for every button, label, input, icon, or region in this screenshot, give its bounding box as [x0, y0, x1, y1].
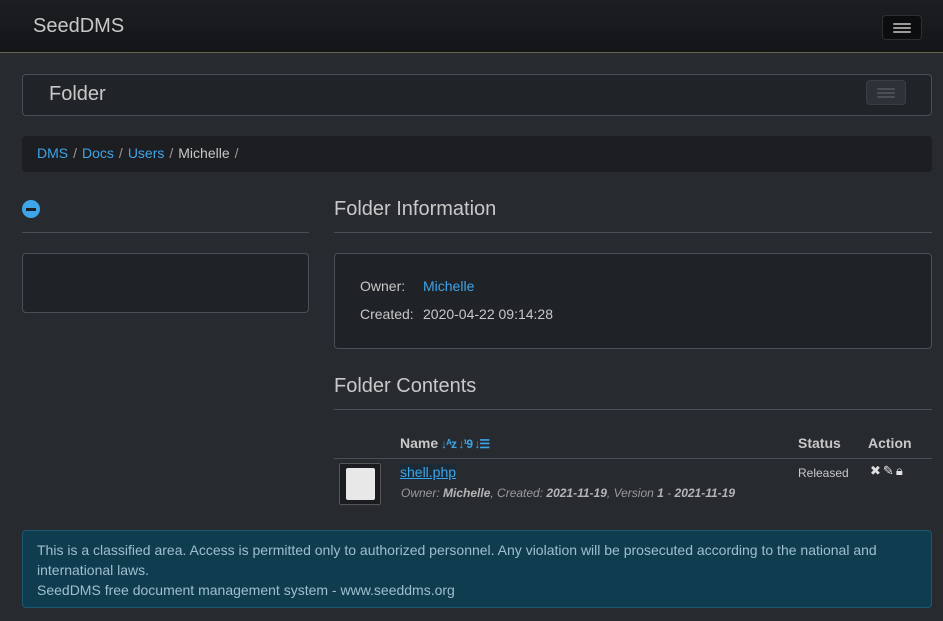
folder-menu-toggle[interactable]: [866, 80, 906, 105]
delete-icon[interactable]: ✖: [870, 463, 881, 478]
folder-title: Folder: [49, 83, 106, 105]
brand-logo[interactable]: SeedDMS: [33, 15, 124, 38]
left-divider: [22, 232, 309, 233]
owner-link[interactable]: Michelle: [423, 278, 474, 294]
document-name-link[interactable]: shell.php: [400, 464, 457, 480]
classified-notice-text: This is a classified area. Access is per…: [37, 542, 877, 578]
document-actions: ✖ ✎ 🔒︎: [870, 463, 905, 479]
folder-information-panel: Owner: Michelle Created: 2020-04-22 09:14:…: [334, 253, 932, 349]
folder-header-bar: Folder: [22, 74, 932, 116]
sort-list-icon[interactable]: ↓☰: [474, 437, 490, 451]
sort-numeric-icon[interactable]: ↓¹9: [458, 437, 473, 451]
breadcrumb-separator: /: [169, 145, 174, 161]
folder-tree-panel: [22, 253, 309, 313]
nav-menu-toggle[interactable]: [882, 15, 922, 40]
action-column-header: Action: [868, 435, 912, 451]
breadcrumb-separator: /: [73, 145, 78, 161]
breadcrumb-separator: /: [118, 145, 123, 161]
table-header-divider: [334, 458, 932, 459]
created-label: Created:: [360, 306, 414, 322]
folder-contents-heading: Folder Contents: [334, 375, 477, 397]
divider: [334, 409, 932, 410]
owner-row: Owner: Michelle: [360, 278, 474, 294]
sort-alpha-icon[interactable]: ↓ᴬz: [441, 437, 457, 451]
collapse-icon[interactable]: [22, 200, 40, 218]
menu-icon: [893, 23, 911, 35]
created-value: 2020-04-22 09:14:28: [423, 306, 553, 322]
document-status: Released: [798, 466, 849, 480]
breadcrumb-current: Michelle: [178, 145, 230, 161]
breadcrumb: DMS / Docs / Users / Michelle /: [22, 136, 932, 172]
divider: [334, 232, 932, 233]
top-navbar: SeedDMS: [0, 0, 943, 53]
menu-icon: [877, 88, 895, 100]
lock-icon[interactable]: 🔒︎: [896, 463, 903, 478]
owner-label: Owner:: [360, 278, 406, 294]
name-column-header: Name ↓ᴬz ↓¹9 ↓☰: [400, 435, 490, 451]
document-thumbnail[interactable]: [339, 463, 381, 505]
edit-icon[interactable]: ✎: [883, 463, 894, 478]
credit-text: SeedDMS free document management system …: [37, 582, 455, 598]
document-icon: [346, 468, 375, 500]
status-column-header: Status: [798, 435, 841, 451]
document-metadata: Owner: Michelle, Created: 2021-11-19, Ve…: [401, 486, 736, 500]
created-row: Created: 2020-04-22 09:14:28: [360, 306, 553, 322]
breadcrumb-users[interactable]: Users: [128, 145, 165, 161]
name-header-label: Name: [400, 435, 439, 451]
footer-notice: This is a classified area. Access is per…: [22, 530, 932, 608]
breadcrumb-docs[interactable]: Docs: [82, 145, 114, 161]
breadcrumb-dms[interactable]: DMS: [37, 145, 68, 161]
folder-information-heading: Folder Information: [334, 198, 497, 220]
breadcrumb-separator: /: [234, 145, 239, 161]
